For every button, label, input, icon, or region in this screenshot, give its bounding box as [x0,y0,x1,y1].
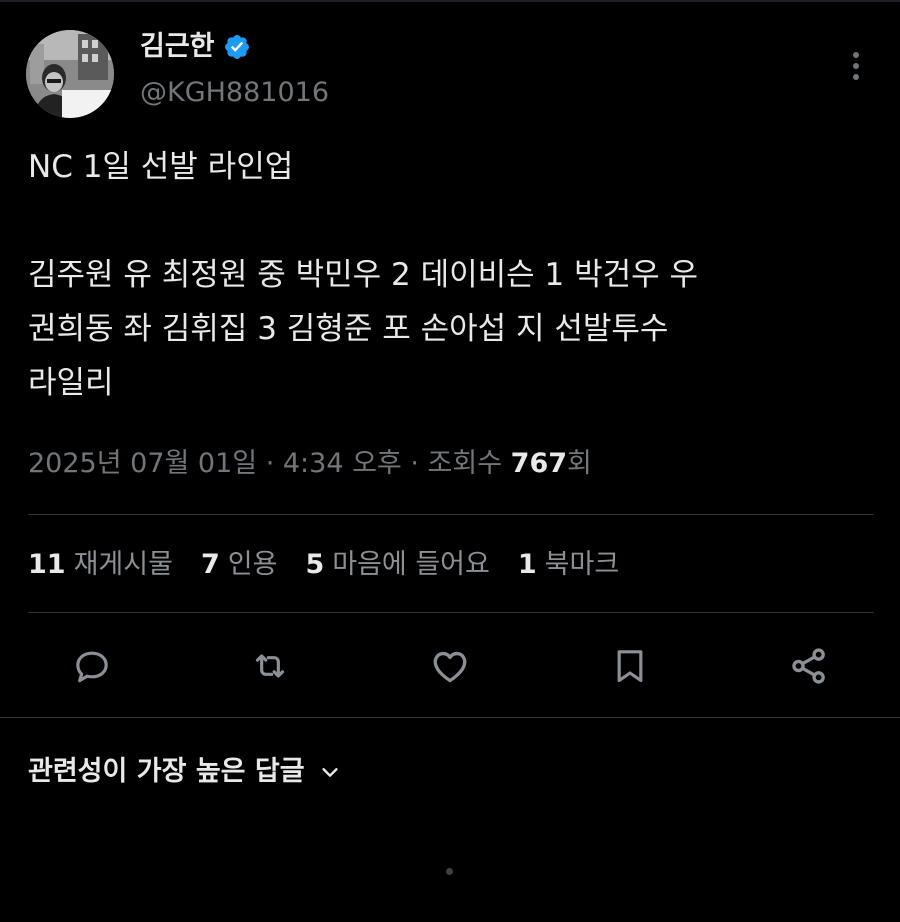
replies-sort-button[interactable]: 관련성이 가장 높은 답글 [28,752,341,792]
more-options-button[interactable] [838,48,874,84]
tweet-line: 권희동 좌 김휘집 3 김형준 포 손아섭 지 선발투수 [28,311,669,347]
avatar-photo [26,30,114,118]
reply-button[interactable] [70,644,114,688]
views-suffix: 회 [567,448,592,479]
tweet-line: 라일리 [28,365,114,401]
quotes-stat[interactable]: 7 인용 [201,545,277,585]
bookmarks-stat[interactable]: 1 북마크 [518,545,619,585]
retweets-label: 재게시물 [73,549,173,580]
tweet-blank-line [28,194,874,248]
like-icon [433,651,467,683]
views-label: 조회수 [427,448,503,479]
views-count: 767 [510,448,568,479]
retweet-button[interactable] [248,644,292,688]
verified-badge-icon [223,33,251,61]
divider [28,612,874,613]
author-display-name[interactable]: 김근한 [140,30,251,64]
replies-sort-label: 관련성이 가장 높은 답글 [28,756,305,787]
chevron-down-icon [319,761,341,783]
more-dots-icon [853,52,859,80]
likes-label: 마음에 들어요 [332,549,490,580]
tweet-time[interactable]: 4:34 오후 [283,448,402,479]
display-name-text: 김근한 [140,31,215,62]
page-indicator-dot [446,868,453,875]
bookmarks-label: 북마크 [544,549,620,580]
like-button[interactable] [428,644,472,688]
tweet-meta: 2025년 07월 01일 · 4:34 오후 · 조회수 767회 [28,444,592,484]
tweet-text: NC 1일 선발 라인업 김주원 유 최정원 중 박민우 2 데이비슨 1 박건… [28,140,874,410]
top-border [0,0,900,2]
tweet-line: 김주원 유 최정원 중 박민우 2 데이비슨 1 박건우 우 [28,257,699,293]
tweet-date[interactable]: 2025년 07월 01일 [28,448,257,479]
share-icon [792,648,825,684]
share-button[interactable] [787,644,831,688]
likes-stat[interactable]: 5 마음에 들어요 [305,545,489,585]
avatar[interactable] [26,30,114,118]
bookmarks-count: 1 [517,549,537,580]
tweet-line: NC 1일 선발 라인업 [28,149,294,185]
likes-count: 5 [305,549,325,580]
meta-separator: · [401,448,428,479]
action-bar [0,640,900,692]
retweets-stat[interactable]: 11 재게시물 [28,545,173,585]
divider [0,717,900,718]
engagement-stats: 11 재게시물 7 인용 5 마음에 들어요 1 북마크 [28,545,647,585]
divider [28,514,874,515]
author-handle[interactable]: @KGH881016 [140,76,329,110]
quotes-count: 7 [200,549,220,580]
reply-icon [76,651,108,683]
bookmark-icon [617,650,643,683]
bookmark-button[interactable] [608,644,652,688]
retweet-icon [255,654,285,678]
quotes-label: 인용 [227,549,278,580]
meta-separator: · [257,448,283,479]
retweets-count: 11 [28,549,66,580]
